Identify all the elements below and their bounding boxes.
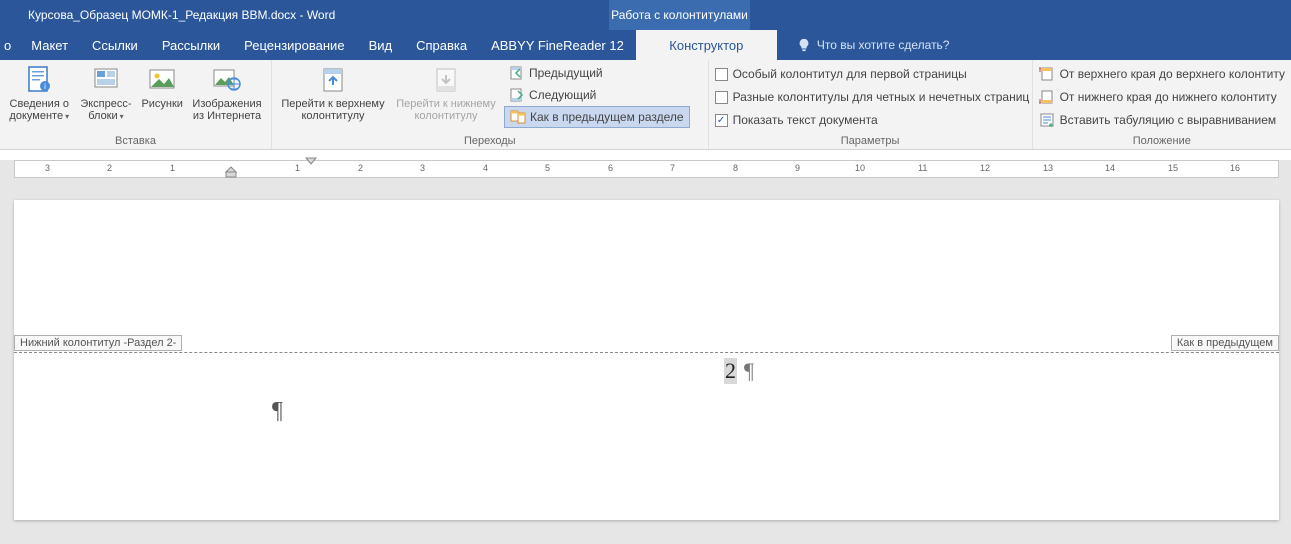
doc-info-button[interactable]: i Сведения о документе [6,62,73,123]
page: Нижний колонтитул -Раздел 2- Как в преды… [14,200,1279,520]
title-bar: Курсова_Образец МОМК-1_Редакция BBM.docx… [0,0,1291,30]
goto-header-icon [317,64,349,96]
previous-icon [509,65,525,81]
header-position-icon [1039,66,1055,82]
footer-position-icon [1039,89,1055,105]
previous-section-button[interactable]: Предыдущий [504,62,690,84]
tab-references[interactable]: Ссылки [80,30,150,60]
quick-parts-icon [90,64,122,96]
insert-alignment-tab-button[interactable]: Вставить табуляцию с выравниванием [1039,109,1285,131]
tell-me-search[interactable]: Что вы хотите сделать? [797,30,950,60]
document-title: Курсова_Образец МОМК-1_Редакция BBM.docx… [0,8,335,22]
first-line-indent-icon[interactable] [305,157,317,167]
horizontal-ruler[interactable]: 3 2 1 1 2 3 4 5 6 7 8 9 10 11 12 13 14 1… [14,160,1279,178]
group-options-label: Параметры [715,135,1026,149]
pilcrow-icon: ¶ [744,358,754,384]
checkbox-icon [715,91,728,104]
ribbon-tabs: о Макет Ссылки Рассылки Рецензирование В… [0,30,1291,60]
checkbox-checked-icon [715,114,728,127]
header-from-top-row[interactable]: От верхнего края до верхнего колонтиту [1039,63,1285,85]
link-previous-icon [510,109,526,125]
ribbon: i Сведения о документе Экспресс-блоки Ри… [0,60,1291,150]
goto-footer-button: Перейти к нижнему колонтитулу [392,62,500,122]
tab-design[interactable]: Конструктор [636,30,777,60]
tab-review[interactable]: Рецензирование [232,30,356,60]
page-number[interactable]: 2 [724,358,737,384]
online-pictures-button[interactable]: Изображения из Интернета [189,62,265,122]
different-odd-even-checkbox[interactable]: Разные колонтитулы для четных и нечетных… [715,86,1030,108]
same-as-previous-tag: Как в предыдущем [1171,335,1279,351]
indent-marker-icon[interactable] [225,159,237,181]
contextual-tab-label: Работа с колонтитулами [609,0,750,30]
tab-view[interactable]: Вид [357,30,405,60]
tab-mailings[interactable]: Рассылки [150,30,232,60]
quick-parts-button[interactable]: Экспресс-блоки [77,62,136,123]
tell-me-label: Что вы хотите сделать? [817,38,950,52]
pictures-icon [146,64,178,96]
footer-from-bottom-row[interactable]: От нижнего края до нижнего колонтиту [1039,86,1285,108]
next-icon [509,87,525,103]
show-document-text-checkbox[interactable]: Показать текст документа [715,109,1030,131]
goto-header-button[interactable]: Перейти к верхнему колонтитулу [278,62,388,122]
pilcrow-icon: ¶ [272,398,283,425]
lightbulb-icon [797,38,811,52]
alignment-tab-icon [1039,112,1055,128]
goto-footer-icon [430,64,462,96]
group-insert-label: Вставка [6,135,265,149]
tab-help[interactable]: Справка [404,30,479,60]
footer-section-tag: Нижний колонтитул -Раздел 2- [14,335,182,351]
tab-file[interactable]: о [0,30,19,60]
group-position-label: Положение [1039,135,1285,149]
tab-layout[interactable]: Макет [19,30,80,60]
document-workspace: 3 2 1 1 2 3 4 5 6 7 8 9 10 11 12 13 14 1… [0,160,1291,544]
online-pictures-icon [211,64,243,96]
doc-info-icon: i [23,64,55,96]
next-section-button[interactable]: Следующий [504,84,690,106]
group-navigation-label: Переходы [278,135,702,149]
different-first-page-checkbox[interactable]: Особый колонтитул для первой страницы [715,63,1030,85]
link-to-previous-button[interactable]: Как в предыдущем разделе [504,106,690,128]
footer-boundary-line [14,352,1279,353]
pictures-button[interactable]: Рисунки [139,62,185,110]
tab-abbyy[interactable]: ABBYY FineReader 12 [479,30,636,60]
checkbox-icon [715,68,728,81]
svg-text:i: i [44,82,46,91]
